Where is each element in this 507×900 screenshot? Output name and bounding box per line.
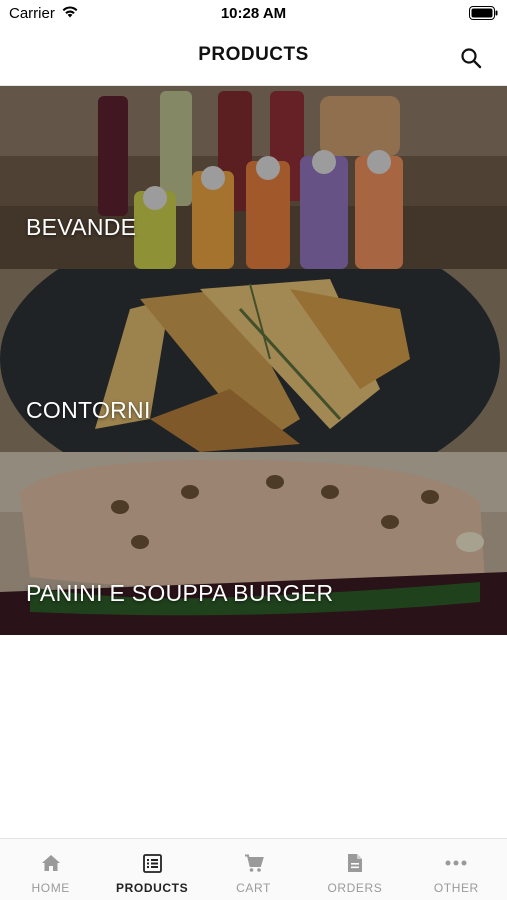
cart-icon: [243, 852, 265, 874]
category-tile-bevande[interactable]: BEVANDE: [0, 86, 507, 269]
more-icon: [445, 852, 467, 874]
tab-cart[interactable]: CART: [203, 839, 304, 900]
category-tile-contorni[interactable]: CONTORNI: [0, 269, 507, 452]
tab-products[interactable]: PRODUCTS: [101, 839, 202, 900]
battery-icon: [469, 6, 498, 24]
tab-bar: HOME PRODUCTS CART ORDERS OTHER: [0, 838, 507, 900]
category-label: BEVANDE: [26, 214, 137, 240]
category-label: PANINI E SOUPPA BURGER: [26, 580, 334, 606]
tab-label: ORDERS: [327, 881, 383, 895]
nav-header: PRODUCTS: [0, 30, 507, 86]
tab-label: PRODUCTS: [116, 881, 189, 895]
status-bar: Carrier 10:28 AM: [0, 0, 507, 30]
category-label: CONTORNI: [26, 397, 151, 423]
tab-other[interactable]: OTHER: [406, 839, 507, 900]
photo-overlay: [0, 269, 507, 452]
tab-label: HOME: [31, 881, 70, 895]
list-icon: [141, 852, 163, 874]
photo-overlay: [0, 86, 507, 269]
category-tile-panini[interactable]: PANINI E SOUPPA BURGER: [0, 452, 507, 635]
tab-label: OTHER: [433, 881, 479, 895]
photo-overlay: [0, 452, 507, 635]
home-icon: [40, 852, 62, 874]
search-button[interactable]: [457, 44, 485, 72]
tab-home[interactable]: HOME: [0, 839, 101, 900]
products-screen: Carrier 10:28 AM PRODUCTS BEVANDE CONTOR…: [0, 0, 507, 900]
tab-label: CART: [236, 881, 271, 895]
tab-orders[interactable]: ORDERS: [304, 839, 405, 900]
document-icon: [344, 852, 366, 874]
search-icon: [461, 48, 482, 69]
clock: 10:28 AM: [220, 5, 287, 22]
page-title: PRODUCTS: [198, 44, 309, 65]
category-list: BEVANDE CONTORNI PANINI E SOUPPA BURGER: [0, 86, 507, 635]
